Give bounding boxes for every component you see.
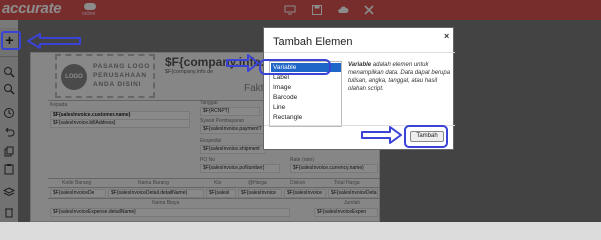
element-description: Variable adalah elemen untuk menampilkan… [348, 61, 452, 93]
tambah-button-highlight [404, 125, 448, 148]
type-option-rectangle[interactable]: Rectangle [271, 113, 341, 122]
variable-highlight [259, 59, 331, 75]
dialog-title: Tambah Elemen [273, 36, 353, 48]
type-option-image[interactable]: Image [271, 83, 341, 92]
dialog-divider [264, 52, 455, 53]
type-option-barcode[interactable]: Barcode [271, 93, 341, 102]
type-option-line[interactable]: Line [271, 103, 341, 112]
description-lead: Variable [348, 62, 372, 68]
add-button-highlight [1, 31, 21, 50]
dialog-close-icon[interactable]: × [444, 31, 449, 41]
